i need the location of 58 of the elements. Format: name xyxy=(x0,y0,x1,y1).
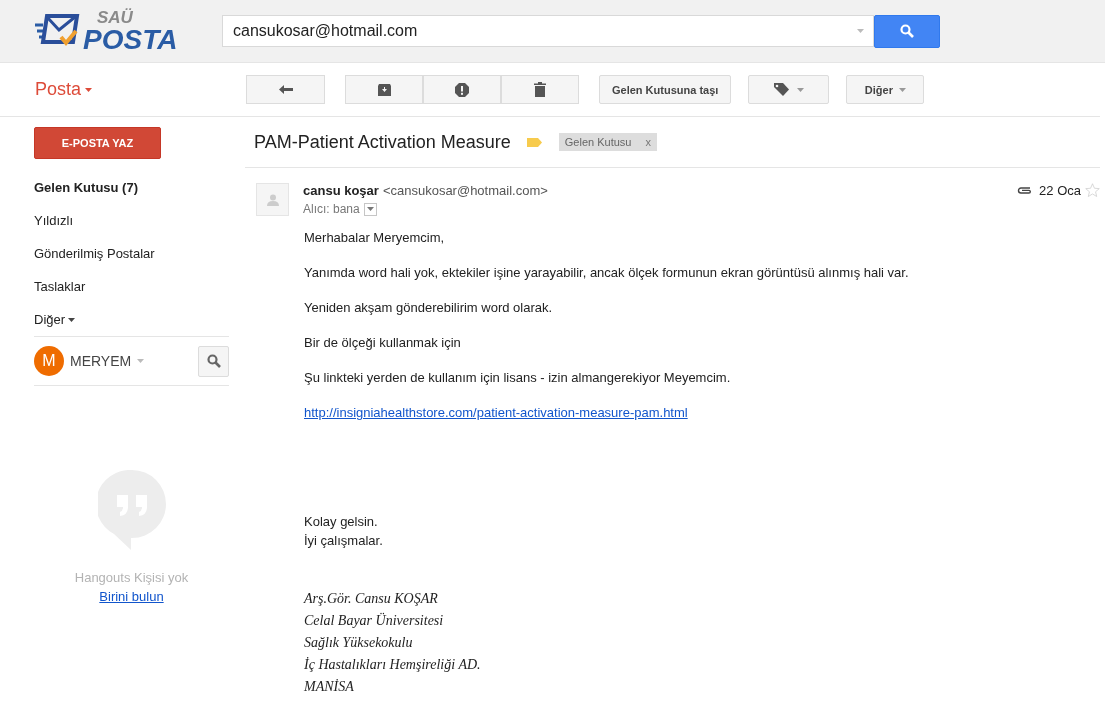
tag-icon xyxy=(773,83,791,96)
recipient-text: Alıcı: bana xyxy=(303,202,360,216)
message-paragraph: Şu linkteki yerden de kullanım için lisans - izin almangerekiyor Meyemcim. xyxy=(304,369,732,387)
signature-line: İç Hastalıkları Hemşireliği AD. xyxy=(304,656,482,674)
dropdown-caret-icon xyxy=(857,29,864,33)
signature-line: MANİSA xyxy=(304,678,355,696)
signature-line: Sağlık Yüksekokulu xyxy=(304,634,414,652)
message-paragraph: Yeniden akşam gönderebilirim word olarak. xyxy=(304,299,554,317)
spam-button[interactable] xyxy=(423,75,501,104)
caret-icon xyxy=(898,87,906,92)
caret-icon xyxy=(137,359,145,363)
compose-button[interactable]: E-POSTA YAZ xyxy=(34,127,161,159)
sidebar-item[interactable]: Taslaklar xyxy=(34,270,245,303)
details-toggle[interactable] xyxy=(363,202,377,216)
trash-icon xyxy=(534,82,546,97)
message-paragraph: Merhabalar Meryemcim, xyxy=(304,229,446,247)
empty-contacts-text: Hangouts Kişisi yok xyxy=(74,570,189,585)
archive-button[interactable] xyxy=(345,75,423,104)
search-button[interactable] xyxy=(874,14,940,48)
sender-name: cansu koşar xyxy=(303,183,379,198)
user-name[interactable]: MERYEM xyxy=(70,353,132,369)
sidebar-item[interactable]: Gelen Kutusu (7) xyxy=(34,171,245,204)
app-menu[interactable]: Posta xyxy=(0,79,246,100)
message-paragraph: Yanımda word hali yok, ektekiler işine yarayabilir, ancak ölçek formunun ekran görüntüsü alınmış hali var. xyxy=(304,264,910,282)
message-link[interactable]: http://insigniahealthstore.com/patient-activation-measure-pam.html xyxy=(304,403,688,422)
exclamation-icon xyxy=(455,82,469,97)
logo-text: POSTA xyxy=(83,25,178,54)
more-button[interactable]: Diğer xyxy=(846,75,925,104)
reply-icon xyxy=(278,85,293,94)
sender-email: <cansukosar@hotmail.com> xyxy=(382,183,548,198)
search-field[interactable]: cansukosar@hotmail.com xyxy=(222,15,874,47)
label-chip[interactable]: Gelen Kutusu x xyxy=(558,133,657,151)
closing-line: Kolay gelsin. xyxy=(304,513,379,531)
find-contact-link[interactable]: Birini bulun xyxy=(99,589,164,604)
search-icon xyxy=(206,354,221,368)
caret-icon xyxy=(68,317,76,322)
message-paragraph: Bir de ölçeği kullanmak için xyxy=(304,334,462,352)
sidebar-item[interactable]: Diğer xyxy=(34,303,245,336)
labels-button[interactable] xyxy=(748,75,830,104)
message-date: 22 Oca xyxy=(1039,183,1081,198)
person-icon xyxy=(266,193,279,206)
caret-icon xyxy=(796,87,804,92)
closing-line: İyi çalışmalar. xyxy=(304,532,384,550)
signature-line: Celal Bayar Üniversitesi xyxy=(304,612,445,630)
logo-text: SAÜ xyxy=(96,8,134,26)
message-subject: PAM-Patient Activation Measure xyxy=(254,131,511,153)
reply-button[interactable] xyxy=(246,75,325,104)
caret-icon xyxy=(366,207,374,211)
sidebar-item[interactable]: Gönderilmiş Postalar xyxy=(34,237,245,270)
star-icon[interactable] xyxy=(1085,183,1100,198)
caret-icon xyxy=(85,87,93,92)
signature-line: Arş.Gör. Cansu KOŞAR xyxy=(304,590,439,608)
sidebar-item[interactable]: Yıldızlı xyxy=(34,204,245,237)
delete-button[interactable] xyxy=(501,75,579,104)
search-icon xyxy=(900,24,914,38)
envelope-icon xyxy=(35,13,81,49)
archive-icon xyxy=(377,83,391,96)
move-to-inbox-button[interactable]: Gelen Kutusuna taşı xyxy=(599,75,732,104)
